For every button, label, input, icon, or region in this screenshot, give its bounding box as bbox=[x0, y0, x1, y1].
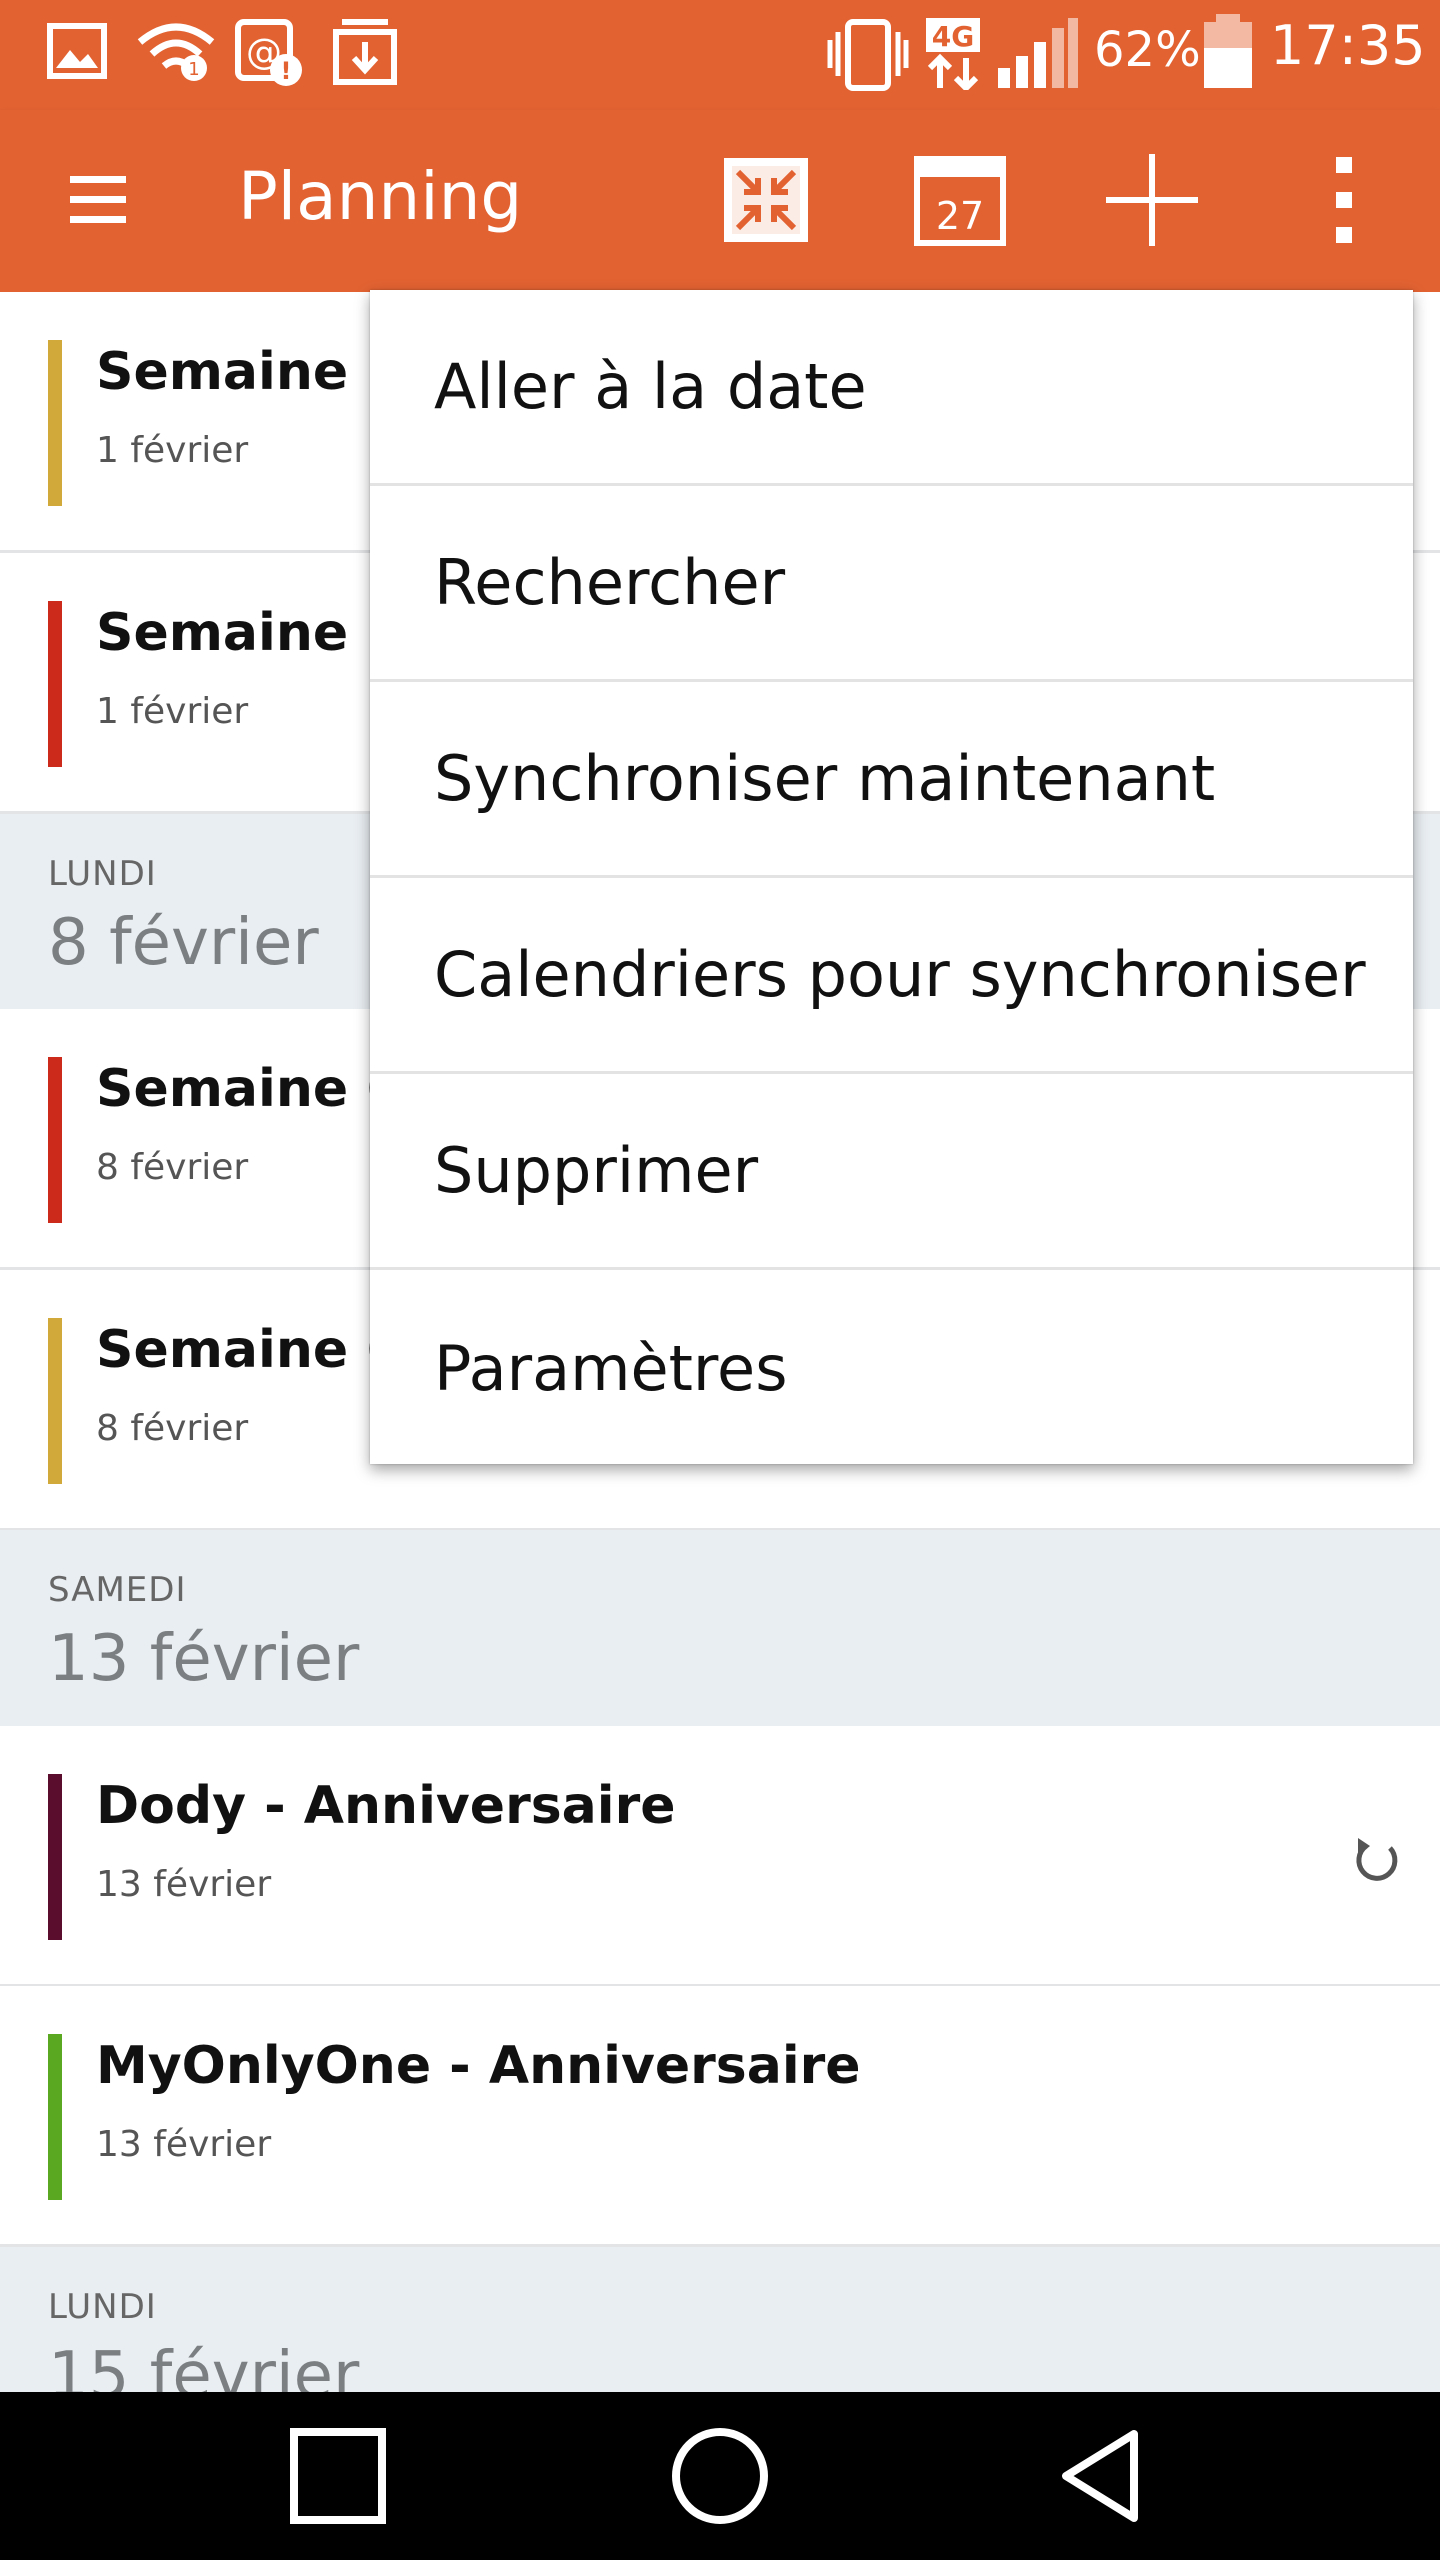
more-options-button[interactable] bbox=[1284, 140, 1404, 260]
battery-percent: 62% bbox=[1094, 22, 1201, 78]
add-icon bbox=[1106, 154, 1198, 246]
signal-icon bbox=[998, 18, 1078, 88]
event-date: 13 février bbox=[96, 2124, 272, 2165]
back-button[interactable] bbox=[1042, 2416, 1162, 2536]
event-title: Semaine 5 bbox=[96, 603, 403, 663]
more-vert-icon bbox=[1336, 157, 1352, 243]
app-bar: Planning 27 bbox=[0, 110, 1440, 292]
menu-item-search[interactable]: Rechercher bbox=[370, 486, 1413, 682]
svg-text:27: 27 bbox=[936, 194, 984, 238]
home-button[interactable] bbox=[660, 2416, 780, 2536]
menu-button[interactable] bbox=[38, 140, 158, 260]
clock: 17:35 bbox=[1270, 14, 1426, 77]
network-4g-icon: 4G bbox=[926, 18, 980, 90]
gallery-notification-icon bbox=[47, 23, 107, 79]
menu-icon bbox=[70, 176, 126, 223]
day-date: 13 février bbox=[48, 1622, 360, 1696]
event-title: Semaine 6 bbox=[96, 1320, 403, 1380]
event-row[interactable]: Dody - Anniversaire 13 février bbox=[0, 1726, 1440, 1987]
event-date: 1 février bbox=[96, 430, 249, 471]
page-title: Planning bbox=[238, 158, 523, 235]
download-icon bbox=[333, 19, 397, 85]
svg-text:!: ! bbox=[281, 57, 292, 85]
email-alert-icon: @ ! bbox=[235, 19, 302, 86]
event-date: 8 février bbox=[96, 1147, 249, 1188]
day-date: 8 février bbox=[48, 906, 319, 980]
event-date: 1 février bbox=[96, 691, 249, 732]
day-of-week: SAMEDI bbox=[48, 1570, 187, 1610]
event-title: Semaine 5 bbox=[96, 342, 403, 402]
day-header: LUNDI 15 février bbox=[0, 2247, 1440, 2392]
recents-button[interactable] bbox=[278, 2416, 398, 2536]
calendar-today-icon: 27 bbox=[914, 156, 1006, 246]
recurring-icon bbox=[1356, 1838, 1398, 1881]
system-nav-bar bbox=[0, 2392, 1440, 2560]
calendar-color-bar bbox=[48, 1774, 62, 1940]
day-of-week: LUNDI bbox=[48, 854, 157, 894]
overflow-menu: Aller à la date Rechercher Synchroniser … bbox=[370, 290, 1413, 1464]
calendar-color-bar bbox=[48, 1318, 62, 1484]
day-header: SAMEDI 13 février bbox=[0, 1530, 1440, 1729]
calendar-color-bar bbox=[48, 340, 62, 506]
day-date: 15 février bbox=[48, 2339, 360, 2392]
menu-item-sync-now[interactable]: Synchroniser maintenant bbox=[370, 682, 1413, 878]
vibrate-icon bbox=[827, 19, 909, 91]
menu-item-settings[interactable]: Paramètres bbox=[370, 1270, 1413, 1466]
status-bar: 1 @ ! 4G 62% 17:35 bbox=[0, 0, 1440, 110]
event-title: Semaine 6 bbox=[96, 1059, 403, 1119]
recents-icon bbox=[290, 2428, 386, 2524]
battery-icon bbox=[1204, 14, 1252, 88]
menu-item-delete[interactable]: Supprimer bbox=[370, 1074, 1413, 1270]
today-button[interactable]: 27 bbox=[900, 140, 1020, 260]
menu-item-go-to-date[interactable]: Aller à la date bbox=[370, 290, 1413, 486]
event-date: 8 février bbox=[96, 1408, 249, 1449]
back-icon bbox=[1062, 2430, 1138, 2522]
event-date: 13 février bbox=[96, 1864, 272, 1905]
event-title: MyOnlyOne - Anniversaire bbox=[96, 2036, 861, 2096]
add-event-button[interactable] bbox=[1092, 140, 1212, 260]
event-row[interactable]: MyOnlyOne - Anniversaire 13 février bbox=[0, 1986, 1440, 2247]
calendar-color-bar bbox=[48, 2034, 62, 2200]
menu-item-calendars-to-sync[interactable]: Calendriers pour synchroniser bbox=[370, 878, 1413, 1074]
collapse-button[interactable] bbox=[706, 140, 826, 260]
wifi-icon: 1 bbox=[137, 23, 215, 81]
collapse-icon bbox=[724, 158, 808, 242]
calendar-color-bar bbox=[48, 1057, 62, 1223]
day-of-week: LUNDI bbox=[48, 2287, 157, 2327]
home-icon bbox=[672, 2428, 768, 2524]
calendar-color-bar bbox=[48, 601, 62, 767]
event-title: Dody - Anniversaire bbox=[96, 1776, 676, 1836]
svg-text:4G: 4G bbox=[932, 20, 974, 53]
svg-text:1: 1 bbox=[188, 59, 199, 80]
